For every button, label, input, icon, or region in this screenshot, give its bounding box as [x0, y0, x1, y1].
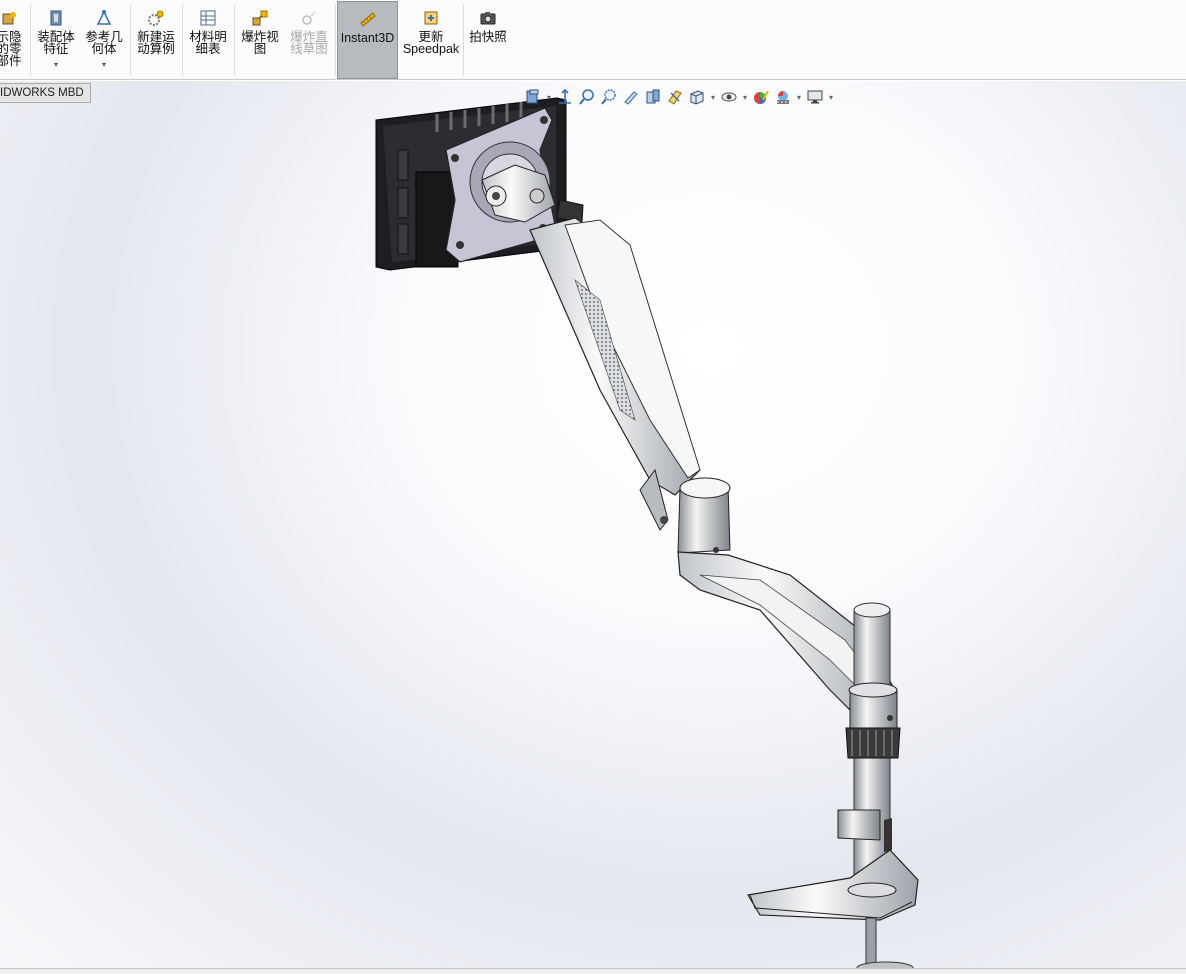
bill-of-materials-icon — [200, 10, 216, 26]
new-motion-study-icon — [148, 10, 164, 26]
ribbon-label: 更新 Speedpak — [402, 30, 460, 56]
hide-show-items-icon[interactable] — [718, 86, 740, 108]
dropdown-caret-icon[interactable]: ▾ — [544, 93, 554, 102]
ribbon-separator — [335, 4, 336, 76]
ribbon-label: 爆炸视 图 — [241, 30, 279, 56]
display-style-icon[interactable] — [686, 86, 708, 108]
apply-scene-icon[interactable] — [772, 86, 794, 108]
reference-geometry-button[interactable]: 参考几 何体 ▾ — [82, 4, 126, 76]
new-motion-study-button[interactable]: 新建运 动算例 — [134, 4, 178, 76]
exploded-view-button[interactable]: 爆炸视 图 — [238, 4, 282, 76]
ribbon-label: 爆炸直 线草图 — [290, 30, 328, 56]
assembly-features-button[interactable]: 装配体 特征 ▾ — [34, 4, 78, 76]
explode-line-sketch-button[interactable]: 爆炸直 线草图 — [286, 4, 332, 76]
take-snapshot-icon — [480, 12, 496, 25]
bill-of-materials-button[interactable]: 材料明 细表 — [186, 4, 230, 76]
previous-view-icon[interactable] — [598, 86, 620, 108]
edit-appearance-icon[interactable] — [750, 86, 772, 108]
section-view-icon[interactable] — [620, 86, 642, 108]
show-hidden-components-button[interactable]: 示隐 的零 部件 — [0, 4, 24, 76]
dropdown-caret-icon[interactable]: ▾ — [54, 59, 58, 71]
take-snapshot-button[interactable]: 拍快照 — [466, 4, 510, 76]
instant3d-icon — [359, 12, 376, 27]
dropdown-caret-icon[interactable]: ▾ — [794, 93, 804, 102]
graphics-area[interactable] — [0, 81, 1186, 973]
view-orientation-icon[interactable] — [522, 86, 544, 108]
view-orientation-cube-icon[interactable] — [664, 86, 686, 108]
ribbon-separator — [463, 4, 464, 76]
ribbon-label: 材料明 细表 — [189, 30, 227, 56]
ribbon-label: 拍快照 — [469, 30, 507, 44]
ribbon-label: 装配体 特征 — [37, 30, 75, 56]
ribbon-label: 参考几 何体 — [85, 30, 123, 56]
ribbon-separator — [234, 4, 235, 76]
update-speedpak-icon — [424, 11, 438, 25]
ribbon-label: 新建运 动算例 — [137, 30, 175, 56]
assembly-features-icon — [50, 10, 62, 26]
ribbon-separator — [182, 4, 183, 76]
zoom-to-fit-icon[interactable] — [554, 86, 576, 108]
dynamic-annotation-icon[interactable] — [642, 86, 664, 108]
instant3d-button[interactable]: Instant3D — [337, 1, 398, 79]
tab-solidworks-mbd[interactable]: IDWORKS MBD — [0, 83, 91, 103]
command-manager-ribbon: 示隐 的零 部件 装配体 特征 ▾ 参考几 何体 ▾ 新建运 动算例 材料明 细… — [0, 0, 1186, 80]
dropdown-caret-icon[interactable]: ▾ — [708, 93, 718, 102]
monitor-arm-model[interactable] — [0, 81, 1186, 973]
heads-up-view-toolbar: ▾ ▾ ▾ ▾ ▾ — [522, 86, 836, 108]
ribbon-separator — [30, 4, 31, 76]
dropdown-caret-icon[interactable]: ▾ — [102, 59, 106, 71]
ribbon-label: Instant3D — [340, 31, 395, 45]
exploded-view-icon — [252, 10, 268, 26]
zoom-to-area-icon[interactable] — [576, 86, 598, 108]
view-settings-icon[interactable] — [804, 86, 826, 108]
dropdown-caret-icon[interactable]: ▾ — [740, 93, 750, 102]
dropdown-caret-icon[interactable]: ▾ — [826, 93, 836, 102]
viewport-bottom-edge — [0, 968, 1186, 974]
upper-arm[interactable] — [529, 217, 701, 531]
update-speedpak-button[interactable]: 更新 Speedpak — [402, 4, 460, 76]
ribbon-separator — [130, 4, 131, 76]
show-hidden-components-icon — [2, 12, 16, 25]
elbow-joint[interactable] — [677, 477, 731, 554]
desk-clamp[interactable] — [747, 849, 919, 973]
tilt-joint[interactable] — [481, 164, 584, 223]
reference-geometry-icon — [96, 10, 112, 25]
ribbon-label: 示隐 的零 部件 — [0, 30, 22, 68]
explode-line-sketch-icon — [302, 11, 316, 25]
